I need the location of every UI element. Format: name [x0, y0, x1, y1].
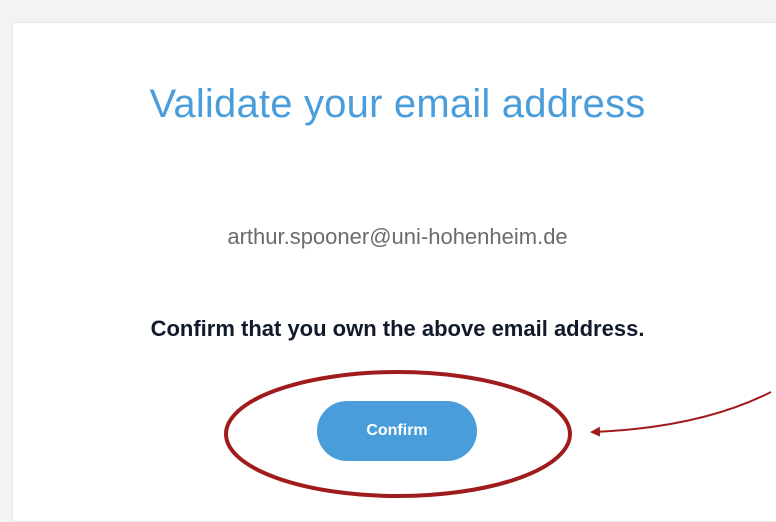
confirm-button[interactable]: Confirm: [317, 401, 477, 461]
page-title: Validate your email address: [149, 82, 646, 126]
instruction-text: Confirm that you own the above email add…: [150, 316, 645, 341]
email-address: arthur.spooner@uni-hohenheim.de: [227, 224, 568, 249]
